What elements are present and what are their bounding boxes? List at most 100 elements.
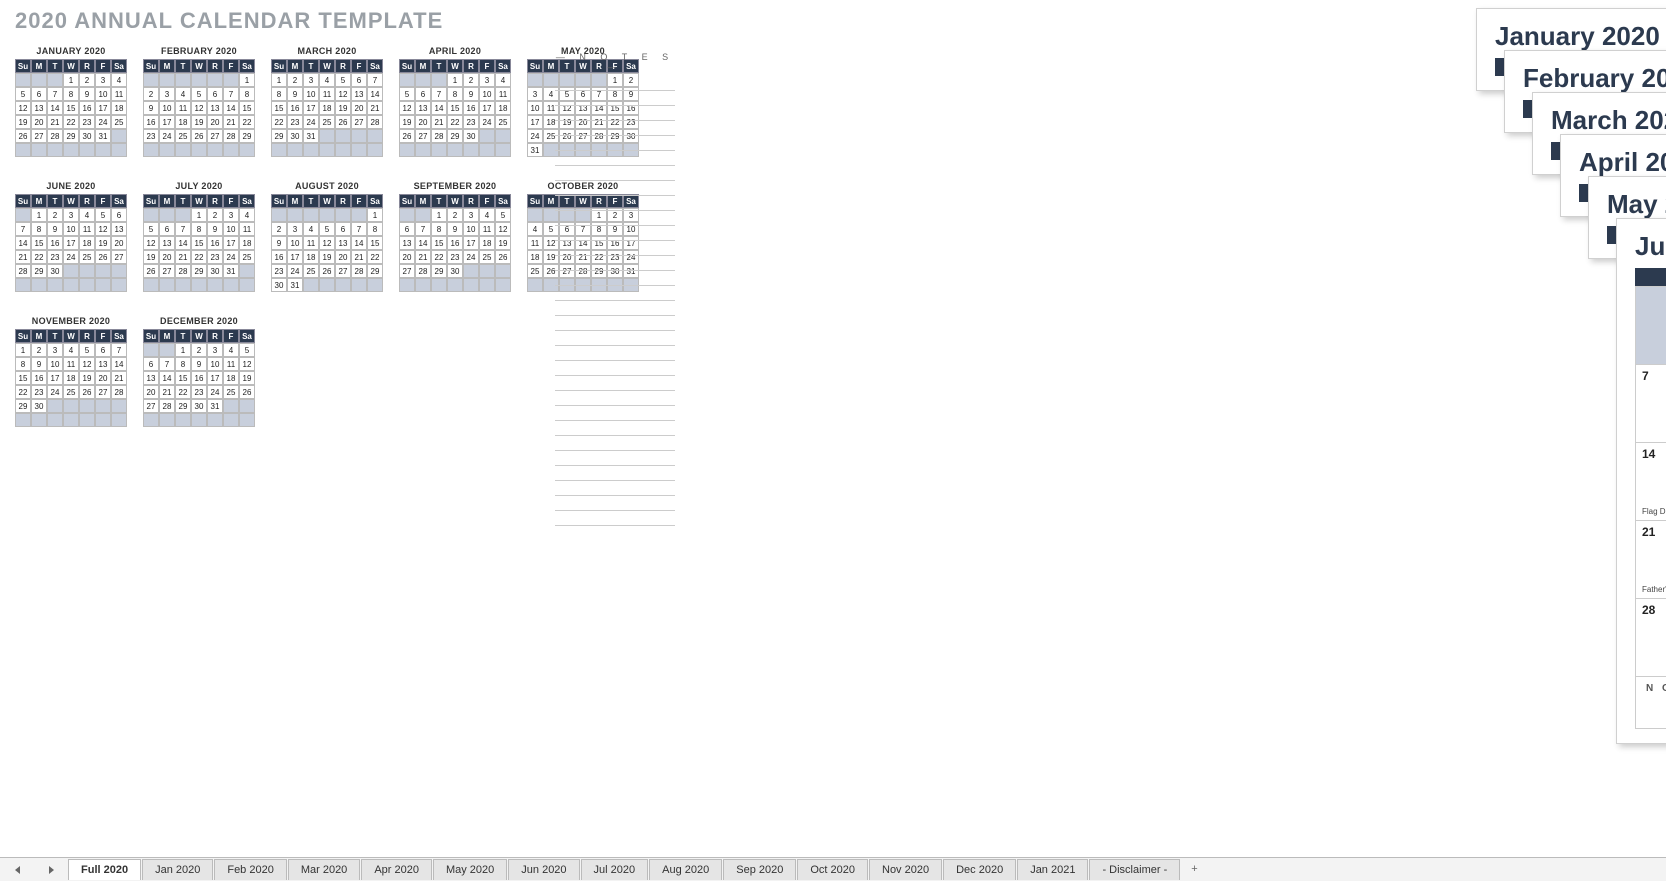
tab-nav-next[interactable] — [34, 866, 68, 874]
mini-day-cell: 11 — [527, 236, 543, 250]
note-line[interactable] — [555, 136, 675, 151]
mini-day-cell: 4 — [239, 208, 255, 222]
mini-day-cell — [527, 208, 543, 222]
mini-day-cell: 11 — [239, 222, 255, 236]
note-line[interactable] — [555, 211, 675, 226]
sheet-tab[interactable]: Oct 2020 — [797, 859, 868, 880]
mini-day-cell: 2 — [463, 73, 479, 87]
note-line[interactable] — [555, 196, 675, 211]
sheet-tab[interactable]: Dec 2020 — [943, 859, 1016, 880]
note-line[interactable] — [555, 406, 675, 421]
mini-day-cell: 7 — [367, 73, 383, 87]
mini-day-cell: 6 — [95, 343, 111, 357]
mini-day-cell: 25 — [63, 385, 79, 399]
sheet-tab[interactable]: Aug 2020 — [649, 859, 722, 880]
note-line[interactable] — [555, 496, 675, 511]
mini-day-cell: 24 — [479, 115, 495, 129]
note-line[interactable] — [555, 316, 675, 331]
june-day-cell[interactable]: 7 — [1636, 365, 1666, 443]
sheet-tab[interactable]: Nov 2020 — [869, 859, 942, 880]
note-line[interactable] — [555, 346, 675, 361]
june-day-cell[interactable]: 21Father's Day — [1636, 521, 1666, 599]
note-line[interactable] — [555, 301, 675, 316]
mini-day-head: Su — [399, 194, 415, 208]
mini-day-cell: 15 — [31, 236, 47, 250]
mini-day-head: M — [31, 59, 47, 73]
june-day-cell[interactable] — [1636, 287, 1666, 365]
mini-day-cell — [399, 143, 415, 157]
mini-day-head: R — [79, 59, 95, 73]
mini-day-cell: 20 — [111, 236, 127, 250]
mini-day-cell — [175, 278, 191, 292]
mini-day-cell: 9 — [447, 222, 463, 236]
sheet-tab[interactable]: Jan 2021 — [1017, 859, 1088, 880]
note-line[interactable] — [555, 106, 675, 121]
mini-day-cell: 24 — [95, 115, 111, 129]
sheet-tab[interactable]: Sep 2020 — [723, 859, 796, 880]
note-line[interactable] — [555, 391, 675, 406]
note-line[interactable] — [555, 481, 675, 496]
sheet-tab[interactable]: Feb 2020 — [214, 859, 286, 880]
tab-nav-prev[interactable] — [0, 866, 34, 874]
mini-day-cell: 16 — [463, 101, 479, 115]
sheet-tab[interactable]: - Disclaimer - — [1089, 859, 1180, 880]
mini-day-cell — [95, 143, 111, 157]
note-line[interactable] — [555, 331, 675, 346]
note-line[interactable] — [555, 241, 675, 256]
mini-day-head: Su — [271, 59, 287, 73]
note-line[interactable] — [555, 256, 675, 271]
sheet-tab[interactable]: Mar 2020 — [288, 859, 360, 880]
note-line[interactable] — [555, 436, 675, 451]
mini-month: APRIL 2020SuMTWRFSa123456789101112131415… — [399, 46, 511, 157]
mini-day-cell: 16 — [143, 115, 159, 129]
note-line[interactable] — [555, 151, 675, 166]
mini-day-head: Su — [527, 194, 543, 208]
mini-day-cell: 17 — [303, 101, 319, 115]
june-notes-area[interactable]: N O T E S — [1635, 677, 1666, 729]
note-line[interactable] — [555, 76, 675, 91]
mini-day-cell: 19 — [335, 101, 351, 115]
mini-day-head: W — [319, 194, 335, 208]
note-line[interactable] — [555, 421, 675, 436]
june-day-cell[interactable]: 28 — [1636, 599, 1666, 677]
note-line[interactable] — [555, 286, 675, 301]
mini-day-cell: 17 — [527, 115, 543, 129]
mini-day-cell: 14 — [431, 101, 447, 115]
note-line[interactable] — [555, 121, 675, 136]
note-line[interactable] — [555, 361, 675, 376]
note-line[interactable] — [555, 466, 675, 481]
sheet-tab[interactable]: Jun 2020 — [508, 859, 579, 880]
mini-day-cell — [351, 278, 367, 292]
note-line[interactable] — [555, 451, 675, 466]
add-tab-button[interactable]: + — [1181, 859, 1207, 880]
sheet-tab[interactable]: May 2020 — [433, 859, 507, 880]
mini-day-cell: 7 — [15, 222, 31, 236]
mini-day-cell: 8 — [63, 87, 79, 101]
month-sheet-june[interactable]: June 2020SUNMONTUESWEDTHURSFRISAT1234567… — [1616, 218, 1666, 744]
note-line[interactable] — [555, 166, 675, 181]
mini-day-cell: 8 — [239, 87, 255, 101]
note-line[interactable] — [555, 511, 675, 526]
notes-label: — N O T E S — — [555, 52, 675, 72]
mini-day-cell: 19 — [79, 371, 95, 385]
note-line[interactable] — [555, 271, 675, 286]
note-line[interactable] — [555, 91, 675, 106]
note-line[interactable] — [555, 376, 675, 391]
mini-month-title: MARCH 2020 — [271, 46, 383, 56]
mini-day-cell: 12 — [95, 222, 111, 236]
sheet-tab[interactable]: Full 2020 — [68, 859, 141, 880]
mini-day-cell — [143, 208, 159, 222]
note-line[interactable] — [555, 181, 675, 196]
mini-day-cell — [47, 278, 63, 292]
mini-day-cell: 5 — [319, 222, 335, 236]
mini-day-head: T — [175, 329, 191, 343]
sheet-tab[interactable]: Jul 2020 — [581, 859, 649, 880]
june-day-cell[interactable]: 14Flag Day — [1636, 443, 1666, 521]
sheet-tab[interactable]: Apr 2020 — [361, 859, 432, 880]
note-line[interactable] — [555, 226, 675, 241]
mini-day-cell — [319, 208, 335, 222]
sheet-tab[interactable]: Jan 2020 — [142, 859, 213, 880]
mini-day-cell: 30 — [207, 264, 223, 278]
mini-day-cell: 2 — [31, 343, 47, 357]
mini-day-cell: 26 — [319, 264, 335, 278]
